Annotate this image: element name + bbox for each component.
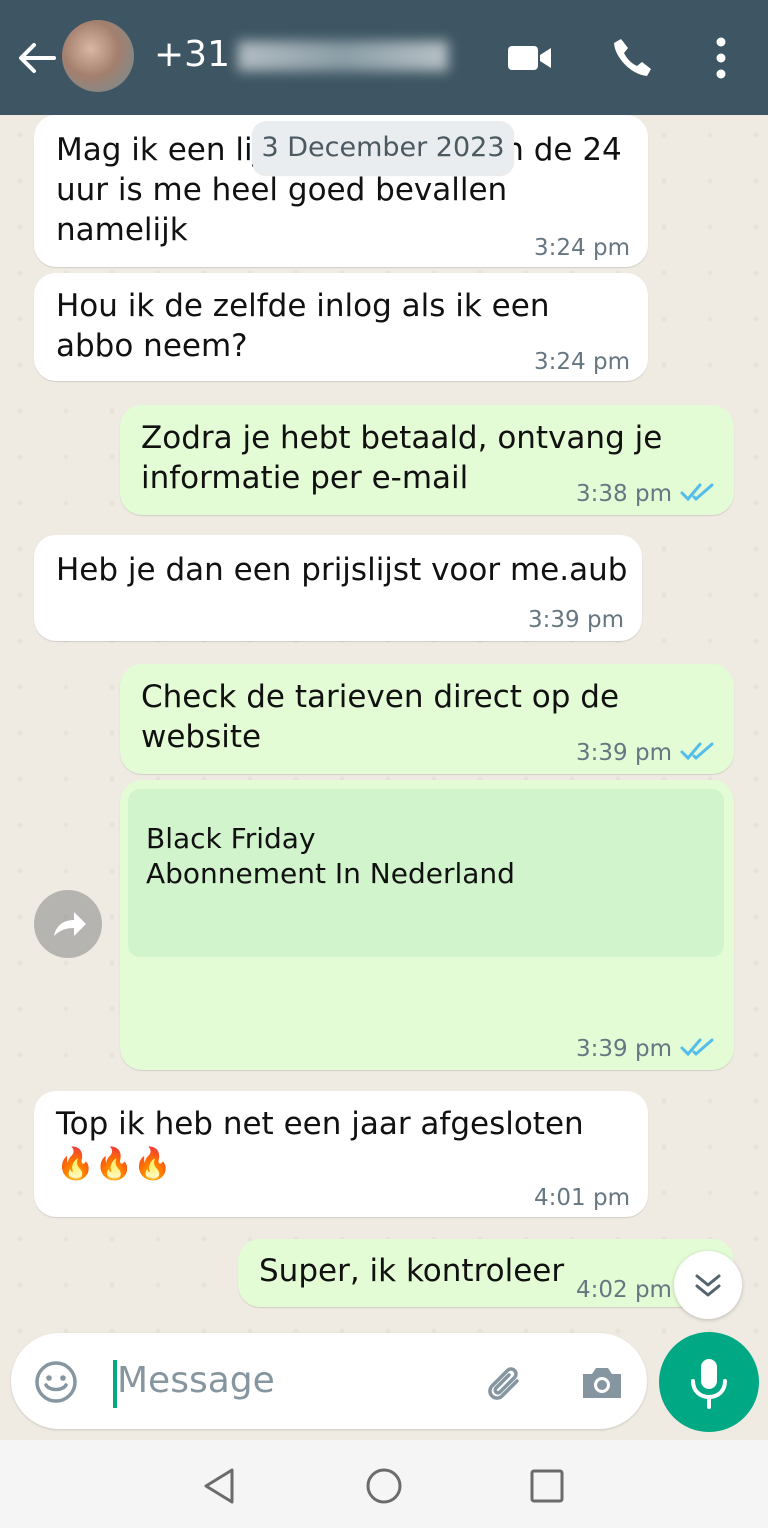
voice-call-icon[interactable] <box>608 34 656 82</box>
message-text: Hou ik de zelfde inlog als ik een abbo n… <box>56 288 550 364</box>
message-time: 3:24 pm <box>534 349 630 375</box>
message-bubble-outgoing[interactable]: Check de tarieven direct op de website 3… <box>120 664 734 774</box>
read-ticks-icon <box>680 483 714 502</box>
contact-number-prefix: +31 <box>154 34 230 75</box>
message-bubble-incoming[interactable]: Heb je dan een prijslijst voor me.aub 3:… <box>34 535 642 641</box>
contact-avatar[interactable] <box>62 20 134 92</box>
message-text: Heb je dan een prijslijst voor me.aub <box>56 552 628 588</box>
video-call-icon[interactable] <box>506 34 554 82</box>
scroll-to-bottom-button[interactable] <box>674 1251 742 1319</box>
forward-button[interactable] <box>34 890 102 958</box>
redacted-number <box>237 41 448 71</box>
system-navigation-bar <box>0 1440 768 1528</box>
link-preview-card[interactable]: Black Friday Abonnement In Nederland <box>128 789 724 957</box>
back-arrow-icon[interactable] <box>14 36 58 80</box>
nav-home-icon[interactable] <box>364 1466 404 1506</box>
chat-area[interactable]: Mag ik een lijst met de prijzen de 24 uu… <box>0 115 768 1340</box>
camera-icon[interactable] <box>579 1360 625 1406</box>
message-bubble-outgoing[interactable]: Zodra je hebt betaald, ontvang je inform… <box>120 405 734 515</box>
message-bubble-incoming[interactable]: Hou ik de zelfde inlog als ik een abbo n… <box>34 273 648 381</box>
link-preview-title: Black Friday Abonnement In Nederland <box>146 822 515 890</box>
read-ticks-icon <box>680 742 714 761</box>
attach-icon[interactable] <box>483 1361 529 1407</box>
message-time: 4:02 pm <box>576 1277 672 1303</box>
chat-header: +31 <box>0 0 768 115</box>
message-text: Check de tarieven direct op de website <box>141 679 620 755</box>
message-text: Top ik heb net een jaar afgesloten 🔥🔥🔥 <box>56 1106 584 1182</box>
message-composer[interactable]: Message <box>11 1333 647 1429</box>
message-time: 3:38 pm <box>576 481 672 507</box>
message-input[interactable]: Message <box>117 1360 275 1401</box>
microphone-icon <box>691 1359 727 1409</box>
emoji-icon[interactable] <box>33 1359 79 1405</box>
contact-name[interactable]: +31 <box>154 34 448 75</box>
message-time: 3:39 pm <box>528 607 624 633</box>
message-time: 3:39 pm <box>576 740 672 766</box>
nav-recents-icon[interactable] <box>528 1467 566 1505</box>
voice-message-button[interactable] <box>659 1332 759 1432</box>
message-time: 4:01 pm <box>534 1185 630 1211</box>
message-time: 3:24 pm <box>534 235 630 261</box>
message-bubble-incoming[interactable]: Top ik heb net een jaar afgesloten 🔥🔥🔥 4… <box>34 1091 648 1217</box>
read-ticks-icon <box>680 1038 714 1057</box>
more-options-icon[interactable] <box>697 34 745 82</box>
nav-back-icon[interactable] <box>200 1466 240 1506</box>
message-time: 3:39 pm <box>576 1036 672 1062</box>
date-separator: 3 December 2023 <box>252 121 514 175</box>
forward-arrow-icon <box>54 912 86 936</box>
message-bubble-outgoing[interactable]: Super, ik kontroleer 4:02 pm <box>238 1239 734 1307</box>
double-chevron-down-icon <box>695 1274 721 1297</box>
message-text: Super, ik kontroleer <box>259 1253 565 1289</box>
